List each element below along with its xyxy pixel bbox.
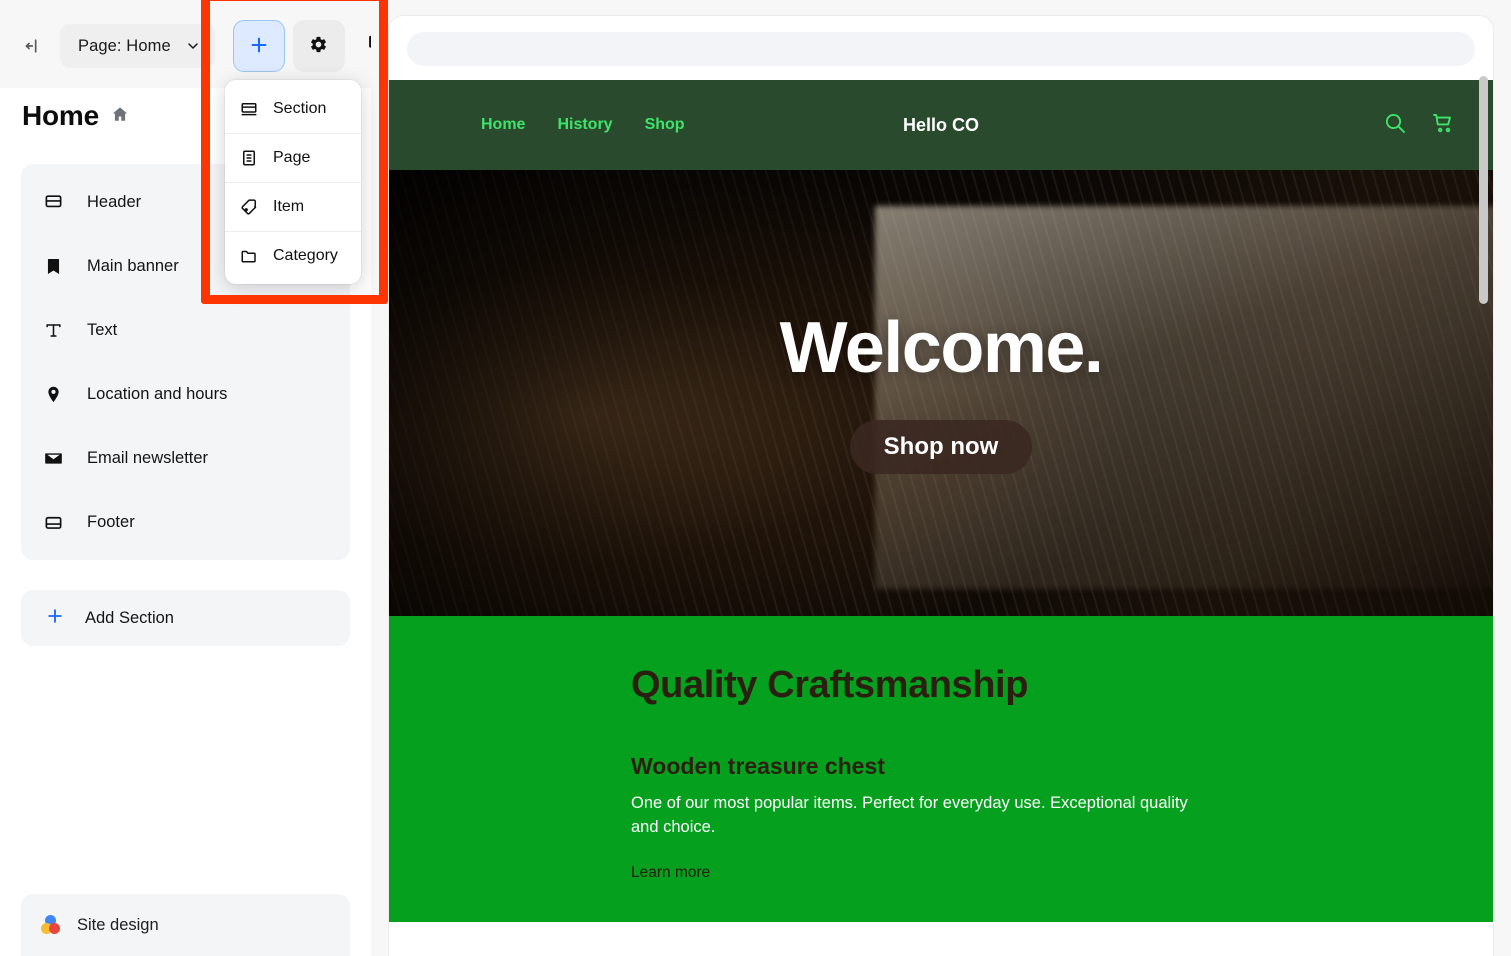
site-editor-app: Page: Home Home Header Main banner Text … xyxy=(0,0,1511,956)
header-block-icon xyxy=(43,193,63,212)
sidebar-item-label: Email newsletter xyxy=(87,448,209,467)
add-menu-item-label: Section xyxy=(273,99,327,117)
site-nav-links: Home History Shop xyxy=(481,116,685,134)
feature-learn-more-link[interactable]: Learn more xyxy=(631,864,710,882)
gear-icon xyxy=(309,35,328,57)
plus-icon xyxy=(248,34,270,59)
sidebar-item-label: Location and hours xyxy=(87,384,228,403)
add-and-settings-group xyxy=(232,20,345,72)
sidebar-item-footer[interactable]: Footer xyxy=(21,490,350,554)
site-hero-banner: Welcome. Shop now xyxy=(389,170,1493,616)
site-feature-section: Quality Craftsmanship Wooden treasure ch… xyxy=(389,616,1493,922)
preview-url-bar[interactable] xyxy=(407,32,1475,66)
add-menu-item-label: Page xyxy=(273,149,311,166)
add-menu-item-label: Item xyxy=(273,198,305,215)
page-document-icon xyxy=(239,148,259,168)
sidebar-item-email-newsletter[interactable]: Email newsletter xyxy=(21,426,350,490)
add-menu-item-category[interactable]: Category xyxy=(225,231,361,280)
add-button[interactable] xyxy=(232,20,285,72)
site-design-button[interactable]: Site design xyxy=(21,894,350,956)
editor-canvas: Home History Shop Hello CO Welcome. Shop… xyxy=(371,0,1511,956)
add-section-button[interactable]: Add Section xyxy=(21,590,350,646)
sidebar-item-label: Text xyxy=(87,320,118,339)
footer-block-icon xyxy=(43,513,63,532)
add-menu-item-label: Category xyxy=(273,247,338,264)
add-section-label: Add Section xyxy=(85,608,174,627)
feature-heading: Quality Craftsmanship xyxy=(631,664,1029,706)
hero-cta-button[interactable]: Shop now xyxy=(849,420,1033,474)
site-nav-link-history[interactable]: History xyxy=(557,116,612,134)
sidebar-item-label: Footer xyxy=(87,512,135,531)
section-layout-icon xyxy=(239,99,259,119)
page-settings-button[interactable] xyxy=(292,20,345,72)
sidebar-item-label: Main banner xyxy=(87,256,179,275)
home-icon xyxy=(111,105,129,128)
tag-item-icon xyxy=(239,197,259,217)
site-preview-frame: Home History Shop Hello CO Welcome. Shop… xyxy=(389,16,1493,956)
search-icon[interactable] xyxy=(1383,111,1407,140)
site-nav-actions xyxy=(1383,111,1455,140)
add-menu-item-page[interactable]: Page xyxy=(225,133,361,182)
chevron-down-icon xyxy=(185,38,201,54)
site-nav-link-home[interactable]: Home xyxy=(481,116,525,134)
site-nav-link-shop[interactable]: Shop xyxy=(645,116,685,134)
shopping-cart-icon[interactable] xyxy=(1431,111,1455,140)
preview-scrollbar-thumb[interactable] xyxy=(1479,76,1488,304)
page-selector-label: Page: Home xyxy=(78,36,171,55)
text-type-icon xyxy=(43,321,63,340)
site-design-label: Site design xyxy=(77,915,159,934)
feature-subheading: Wooden treasure chest xyxy=(631,753,885,779)
page-selector[interactable]: Page: Home xyxy=(60,24,215,68)
page-title: Home xyxy=(22,100,99,131)
color-palette-icon xyxy=(41,915,61,935)
envelope-icon xyxy=(43,449,63,468)
add-dropdown-menu: Section Page Item Category xyxy=(225,80,361,284)
add-menu-item-section[interactable]: Section xyxy=(225,84,361,133)
folder-category-icon xyxy=(239,246,259,266)
feature-body-text: One of our most popular items. Perfect f… xyxy=(631,794,1188,836)
map-pin-icon xyxy=(43,385,63,404)
sidebar-item-text[interactable]: Text xyxy=(21,298,350,362)
sidebar-item-location-and-hours[interactable]: Location and hours xyxy=(21,362,350,426)
collapse-panel-icon[interactable] xyxy=(18,30,50,62)
site-navigation-bar: Home History Shop Hello CO xyxy=(389,80,1493,170)
sidebar-item-label: Header xyxy=(87,192,142,211)
hero-title: Welcome. xyxy=(779,308,1104,388)
plus-icon xyxy=(45,606,65,631)
previewed-website: Home History Shop Hello CO Welcome. Shop… xyxy=(389,80,1493,922)
bookmark-banner-icon xyxy=(43,257,63,276)
add-menu-item-item[interactable]: Item xyxy=(225,182,361,231)
